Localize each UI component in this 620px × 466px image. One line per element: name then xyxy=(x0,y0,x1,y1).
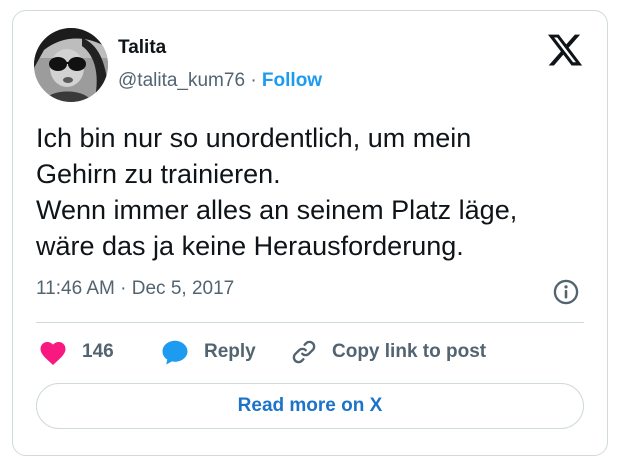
read-more-button[interactable]: Read more on X xyxy=(36,383,584,429)
tweet-text-line: Wenn immer alles an seinem Platz läge, xyxy=(36,195,518,225)
copy-link-label: Copy link to post xyxy=(332,341,487,362)
tweet-text: Ich bin nur so unordentlich, um mein Geh… xyxy=(36,120,596,264)
divider xyxy=(36,322,584,323)
separator-dot: · xyxy=(250,70,257,91)
tweet-text-line: wäre das ja keine Herausforderung. xyxy=(36,231,464,261)
x-logo-icon[interactable] xyxy=(546,31,584,69)
reply-bubble-icon xyxy=(162,340,188,365)
tweet-text-line: Ich bin nur so unordentlich, um mein xyxy=(36,123,472,153)
like-count: 146 xyxy=(82,341,114,362)
avatar[interactable] xyxy=(34,28,108,102)
like-button[interactable]: 146 xyxy=(38,337,114,367)
avatar-photo xyxy=(34,28,108,102)
author-name[interactable]: Talita xyxy=(118,37,166,59)
tweet-timestamp[interactable]: 11:46 AM · Dec 5, 2017 xyxy=(36,278,234,300)
copy-link-button[interactable]: Copy link to post xyxy=(290,337,486,367)
heart-icon xyxy=(40,342,66,365)
author-handle[interactable]: @talita_kum76 xyxy=(118,70,245,91)
read-more-label: Read more on X xyxy=(237,395,383,416)
reply-label: Reply xyxy=(204,341,256,362)
reply-button[interactable]: Reply xyxy=(160,337,256,367)
follow-button[interactable]: Follow xyxy=(262,70,322,91)
author-handle-row: @talita_kum76 · Follow xyxy=(118,70,322,92)
info-icon[interactable] xyxy=(552,278,580,306)
link-icon xyxy=(292,340,316,364)
tweet-text-line: Gehirn zu trainieren. xyxy=(36,159,281,189)
